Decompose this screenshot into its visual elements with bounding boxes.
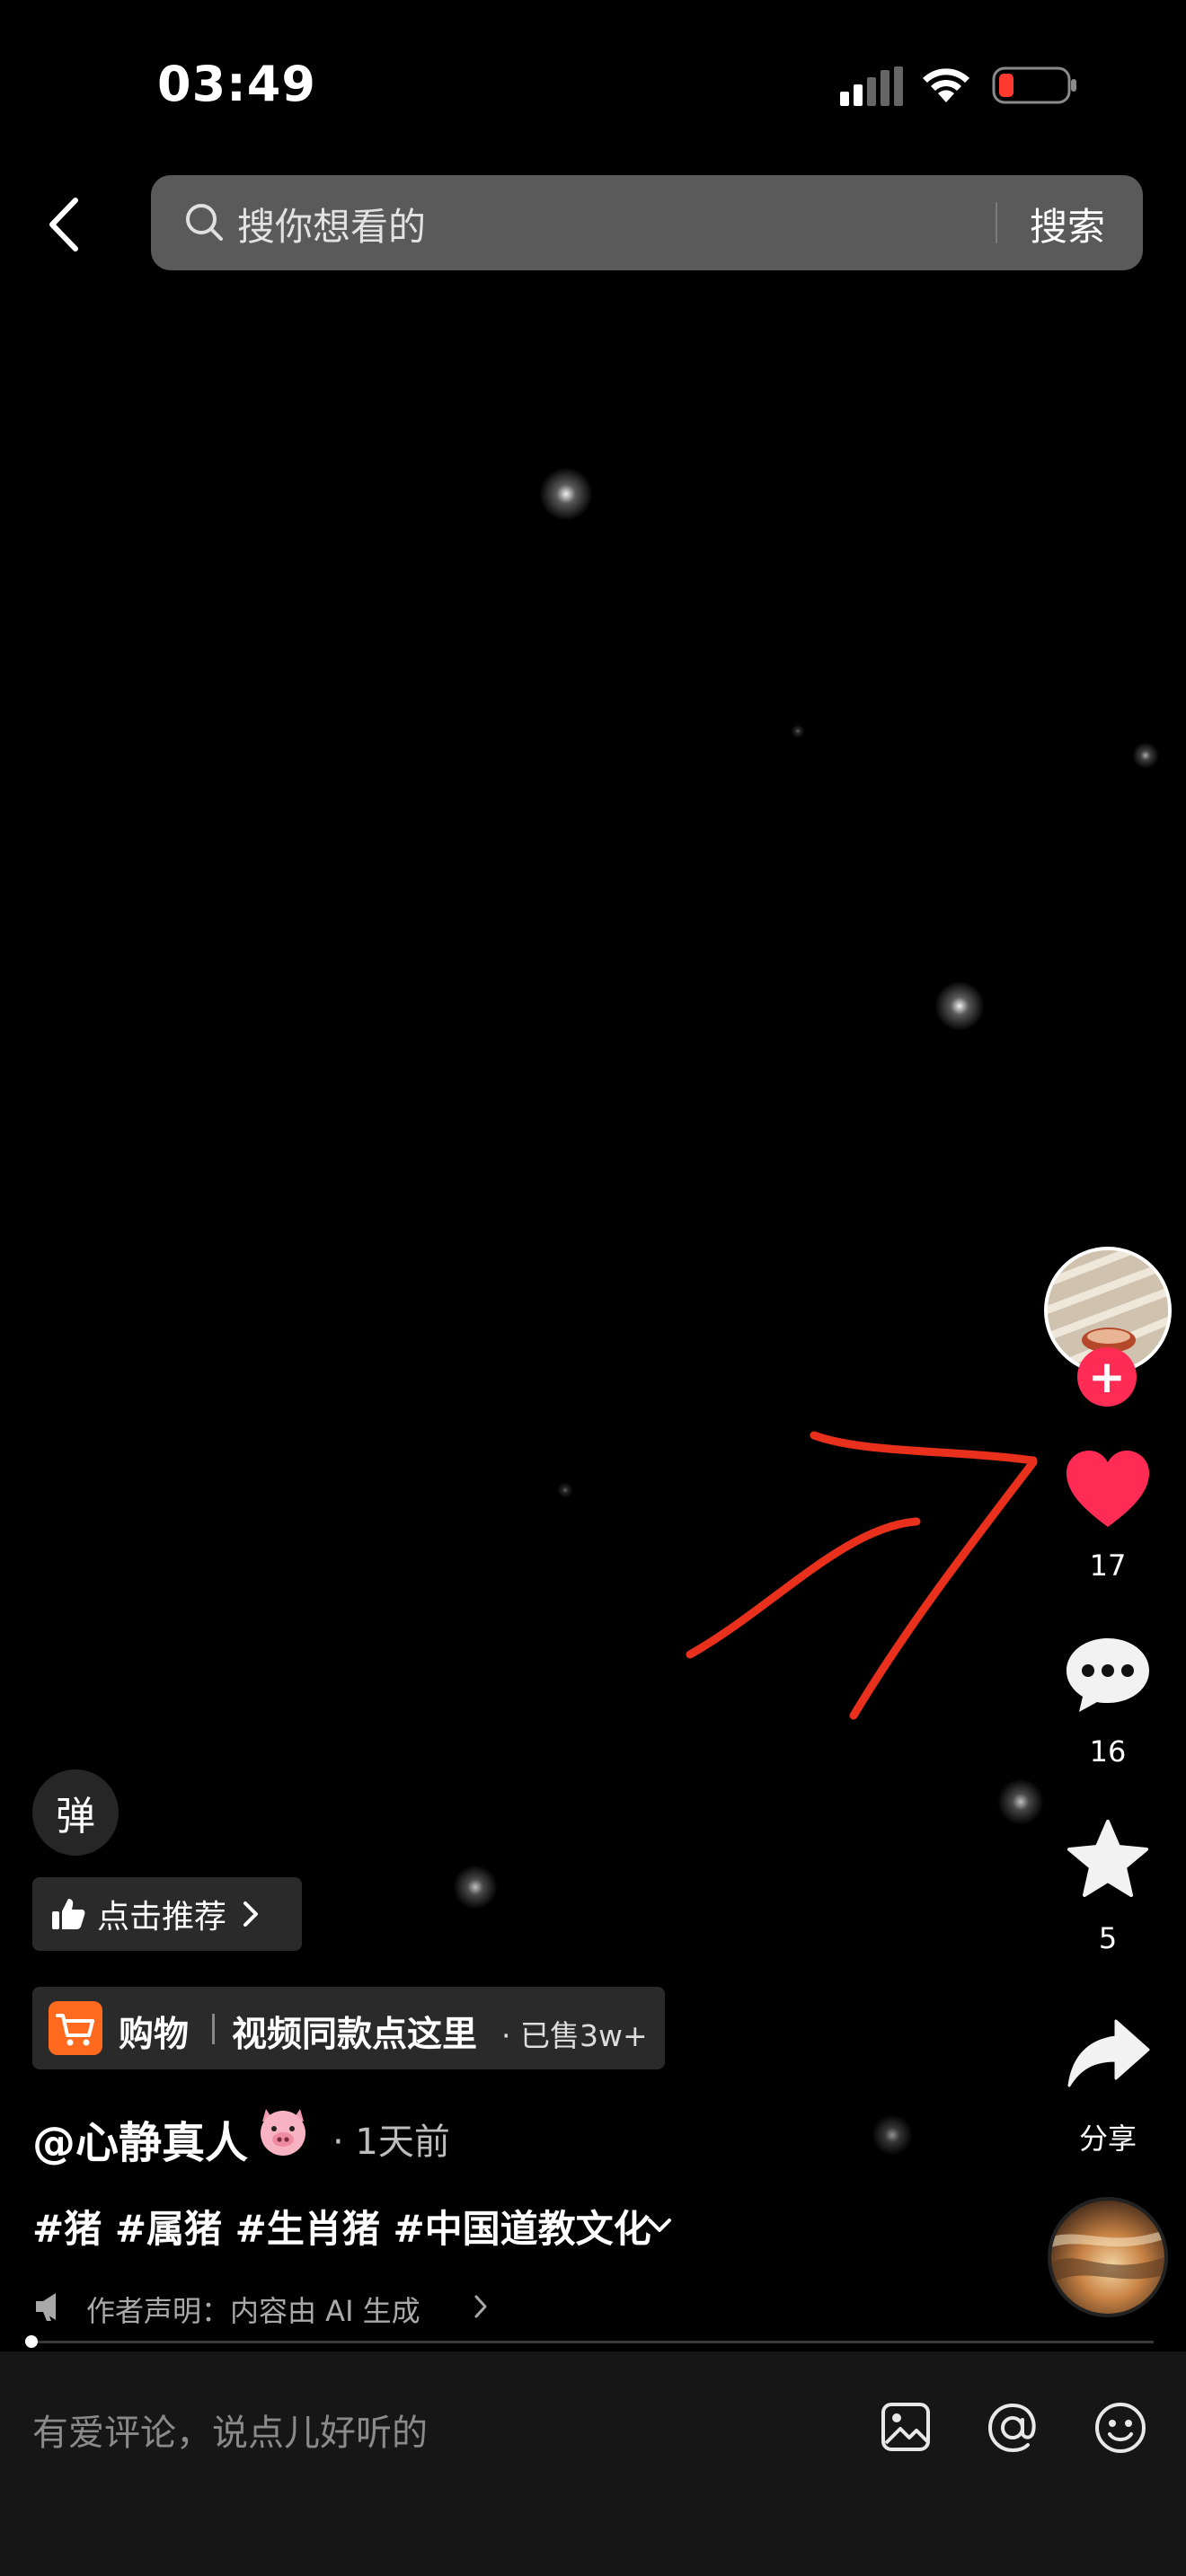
- megaphone-icon: [36, 2293, 56, 2321]
- sparkle: [453, 1865, 498, 1910]
- search-icon: [186, 204, 223, 241]
- sparkle: [934, 981, 985, 1031]
- comment-bar: [0, 2351, 1186, 2576]
- sparkle: [997, 1778, 1044, 1825]
- battery-low-icon: [992, 66, 1076, 104]
- image-icon[interactable]: [879, 2400, 933, 2454]
- music-disc[interactable]: [1048, 2197, 1168, 2317]
- recommend-button[interactable]: 点击推荐: [32, 1877, 302, 1951]
- sparkle: [557, 1482, 573, 1498]
- recommend-label: 点击推荐: [97, 1899, 227, 1936]
- cart-icon: [49, 2001, 102, 2055]
- chevron-right-icon: [474, 2295, 487, 2318]
- video-progress-track[interactable]: [32, 2341, 1154, 2343]
- chevron-down-icon[interactable]: [645, 2213, 674, 2238]
- heart-icon[interactable]: [1063, 1448, 1153, 1531]
- cellular-signal-icon: [840, 66, 903, 106]
- author-name[interactable]: @心静真人: [32, 2107, 248, 2170]
- back-button[interactable]: [34, 189, 92, 260]
- annotation-arrow: [686, 1431, 1038, 1720]
- share-label[interactable]: 分享: [1036, 2116, 1180, 2157]
- at-icon[interactable]: [985, 2400, 1040, 2456]
- video-feed-screen: 03:49 搜你想看的 搜索 + 17 16 5 分享 弹 点击推荐 购物 视频…: [0, 0, 1186, 2576]
- chevron-right-icon: [243, 1901, 259, 1927]
- music-cover-image: [1051, 2201, 1164, 2314]
- disclaimer-text: 作者声明：内容由 AI 生成: [86, 2294, 420, 2328]
- shop-anchor-button[interactable]: 购物 视频同款点这里 · 已售3w+: [32, 1987, 665, 2069]
- video-progress-handle[interactable]: [25, 2335, 38, 2348]
- shop-label: 购物: [119, 2015, 190, 2055]
- emoji-icon[interactable]: [1093, 2400, 1148, 2456]
- comment-input[interactable]: 有爱评论，说点儿好听的: [32, 2404, 428, 2456]
- danmaku-label: 弹: [56, 1794, 95, 1839]
- comment-icon[interactable]: [1063, 1635, 1153, 1716]
- like-count: 17: [1089, 1548, 1127, 1583]
- sparkle: [791, 724, 805, 738]
- sparkle: [539, 467, 593, 521]
- hashtags[interactable]: #猪 #属猪 #生肖猪 #中国道教文化: [32, 2199, 651, 2254]
- search-bar[interactable]: 搜你想看的 搜索: [151, 175, 1143, 270]
- favorite-count: 5: [1098, 1921, 1118, 1955]
- search-button[interactable]: 搜索: [1030, 197, 1105, 251]
- back-icon: [49, 198, 78, 251]
- follow-button[interactable]: +: [1077, 1347, 1137, 1407]
- post-time: · 1天前: [332, 2122, 450, 2163]
- shop-sold-count: · 已售3w+: [501, 2018, 648, 2053]
- pig-emoji-icon: [261, 2109, 305, 2156]
- search-divider: [996, 202, 997, 243]
- danmaku-toggle-button[interactable]: 弹: [32, 1769, 119, 1856]
- shop-description: 视频同款点这里: [232, 2015, 478, 2055]
- status-time: 03:49: [157, 56, 316, 112]
- star-icon[interactable]: [1066, 1818, 1150, 1899]
- sparkle: [872, 2114, 913, 2156]
- search-input[interactable]: 搜你想看的: [237, 197, 426, 251]
- wifi-icon: [923, 68, 969, 102]
- shop-divider: [212, 2014, 215, 2044]
- thumbs-up-icon: [52, 1899, 85, 1929]
- comment-count: 16: [1089, 1734, 1127, 1769]
- sparkle: [1132, 742, 1159, 769]
- share-icon[interactable]: [1066, 2017, 1152, 2089]
